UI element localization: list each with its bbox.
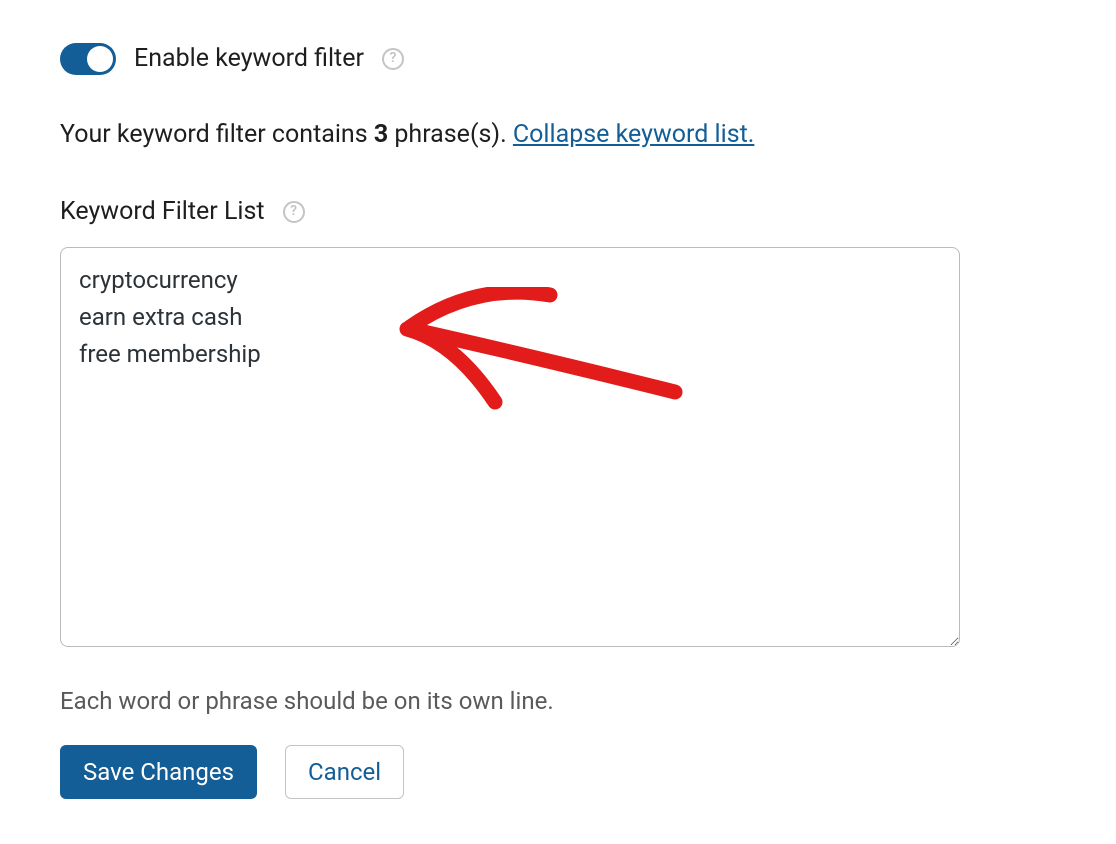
enable-keyword-filter-label: Enable keyword filter (134, 40, 364, 78)
help-icon[interactable]: ? (382, 48, 404, 70)
enable-keyword-filter-toggle[interactable] (60, 43, 116, 75)
status-count: 3 (374, 120, 388, 149)
filter-status-text: Your keyword filter contains 3 phrase(s)… (60, 116, 1056, 154)
help-icon[interactable]: ? (283, 201, 305, 223)
keyword-filter-list-label: Keyword Filter List (60, 193, 265, 231)
save-changes-button[interactable]: Save Changes (60, 745, 257, 799)
cancel-button[interactable]: Cancel (285, 745, 404, 799)
keyword-filter-textarea[interactable] (60, 247, 960, 647)
status-suffix: phrase(s). (388, 120, 513, 149)
keyword-filter-hint: Each word or phrase should be on its own… (60, 683, 1056, 719)
collapse-keyword-list-link[interactable]: Collapse keyword list. (513, 120, 754, 149)
status-prefix: Your keyword filter contains (60, 120, 374, 149)
